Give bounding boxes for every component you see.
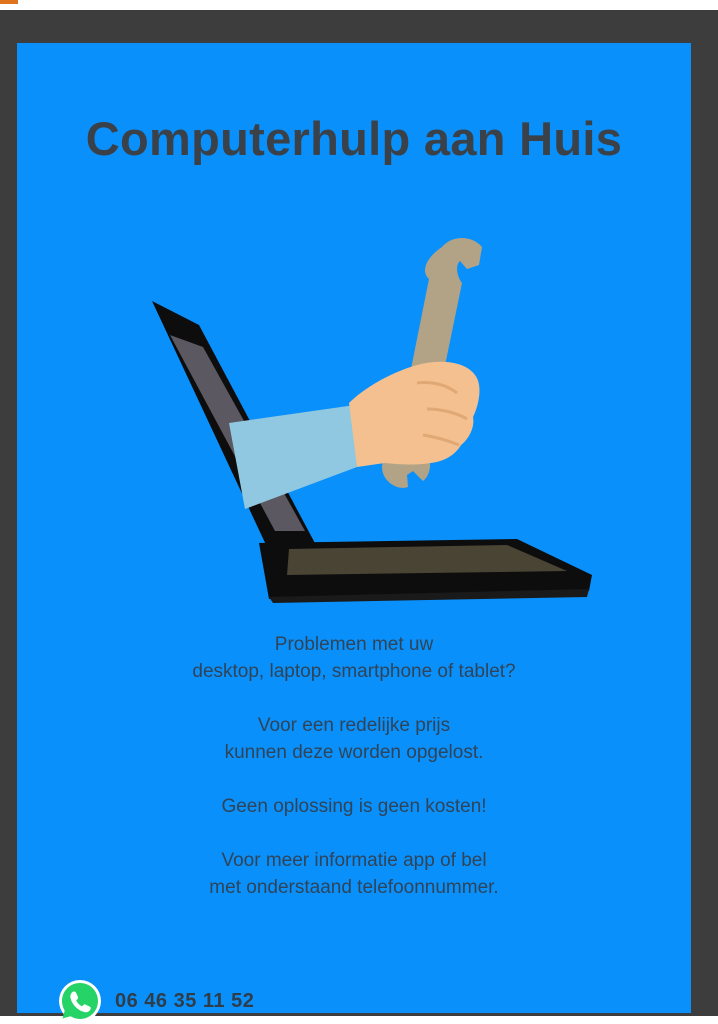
poster-frame: Computerhulp aan Huis Problemen met uw d… [0,10,718,1022]
info-paragraph: Voor meer informatie app of bel met onde… [17,847,691,901]
arm-icon [229,361,480,509]
text-line: Voor een redelijke prijs [257,715,451,736]
corner-accent [0,0,18,4]
problem-paragraph: Problemen met uw desktop, laptop, smartp… [17,631,691,685]
phone-number[interactable]: 06 46 35 11 52 [115,990,254,1013]
text-line: kunnen deze worden opgelost. [224,742,484,763]
poster-title: Computerhulp aan Huis [85,112,623,165]
poster: Computerhulp aan Huis Problemen met uw d… [17,43,691,1022]
guarantee-paragraph: Geen oplossing is geen kosten! [17,793,691,820]
contact-row: 06 46 35 11 52 [57,978,254,1024]
text-line: desktop, laptop, smartphone of tablet? [192,661,516,682]
poster-message: Problemen met uw desktop, laptop, smartp… [17,631,691,928]
text-line: Voor meer informatie app of bel [221,850,487,871]
text-line: Problemen met uw [274,634,434,655]
whatsapp-icon[interactable] [57,978,103,1024]
price-paragraph: Voor een redelijke prijs kunnen deze wor… [17,712,691,766]
laptop-repair-illustration [152,238,592,603]
text-line: Geen oplossing is geen kosten! [221,796,487,817]
text-line: met onderstaand telefoonnummer. [209,877,499,898]
